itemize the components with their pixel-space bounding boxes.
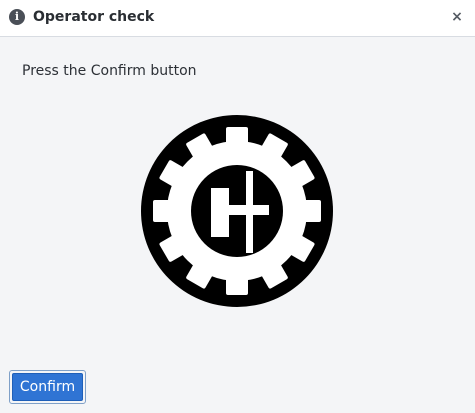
gear-emblem-icon bbox=[141, 115, 333, 307]
confirm-button-label: Confirm bbox=[12, 373, 83, 401]
close-button[interactable]: × bbox=[449, 7, 465, 27]
confirm-button[interactable]: Confirm bbox=[9, 370, 86, 404]
prompt-text: Press the Confirm button bbox=[22, 63, 197, 79]
dialog-titlebar: i Operator check × bbox=[0, 0, 475, 37]
info-icon: i bbox=[9, 9, 25, 25]
operator-check-dialog: i Operator check × Press the Confirm but… bbox=[0, 0, 475, 413]
dialog-title: Operator check bbox=[33, 9, 155, 25]
